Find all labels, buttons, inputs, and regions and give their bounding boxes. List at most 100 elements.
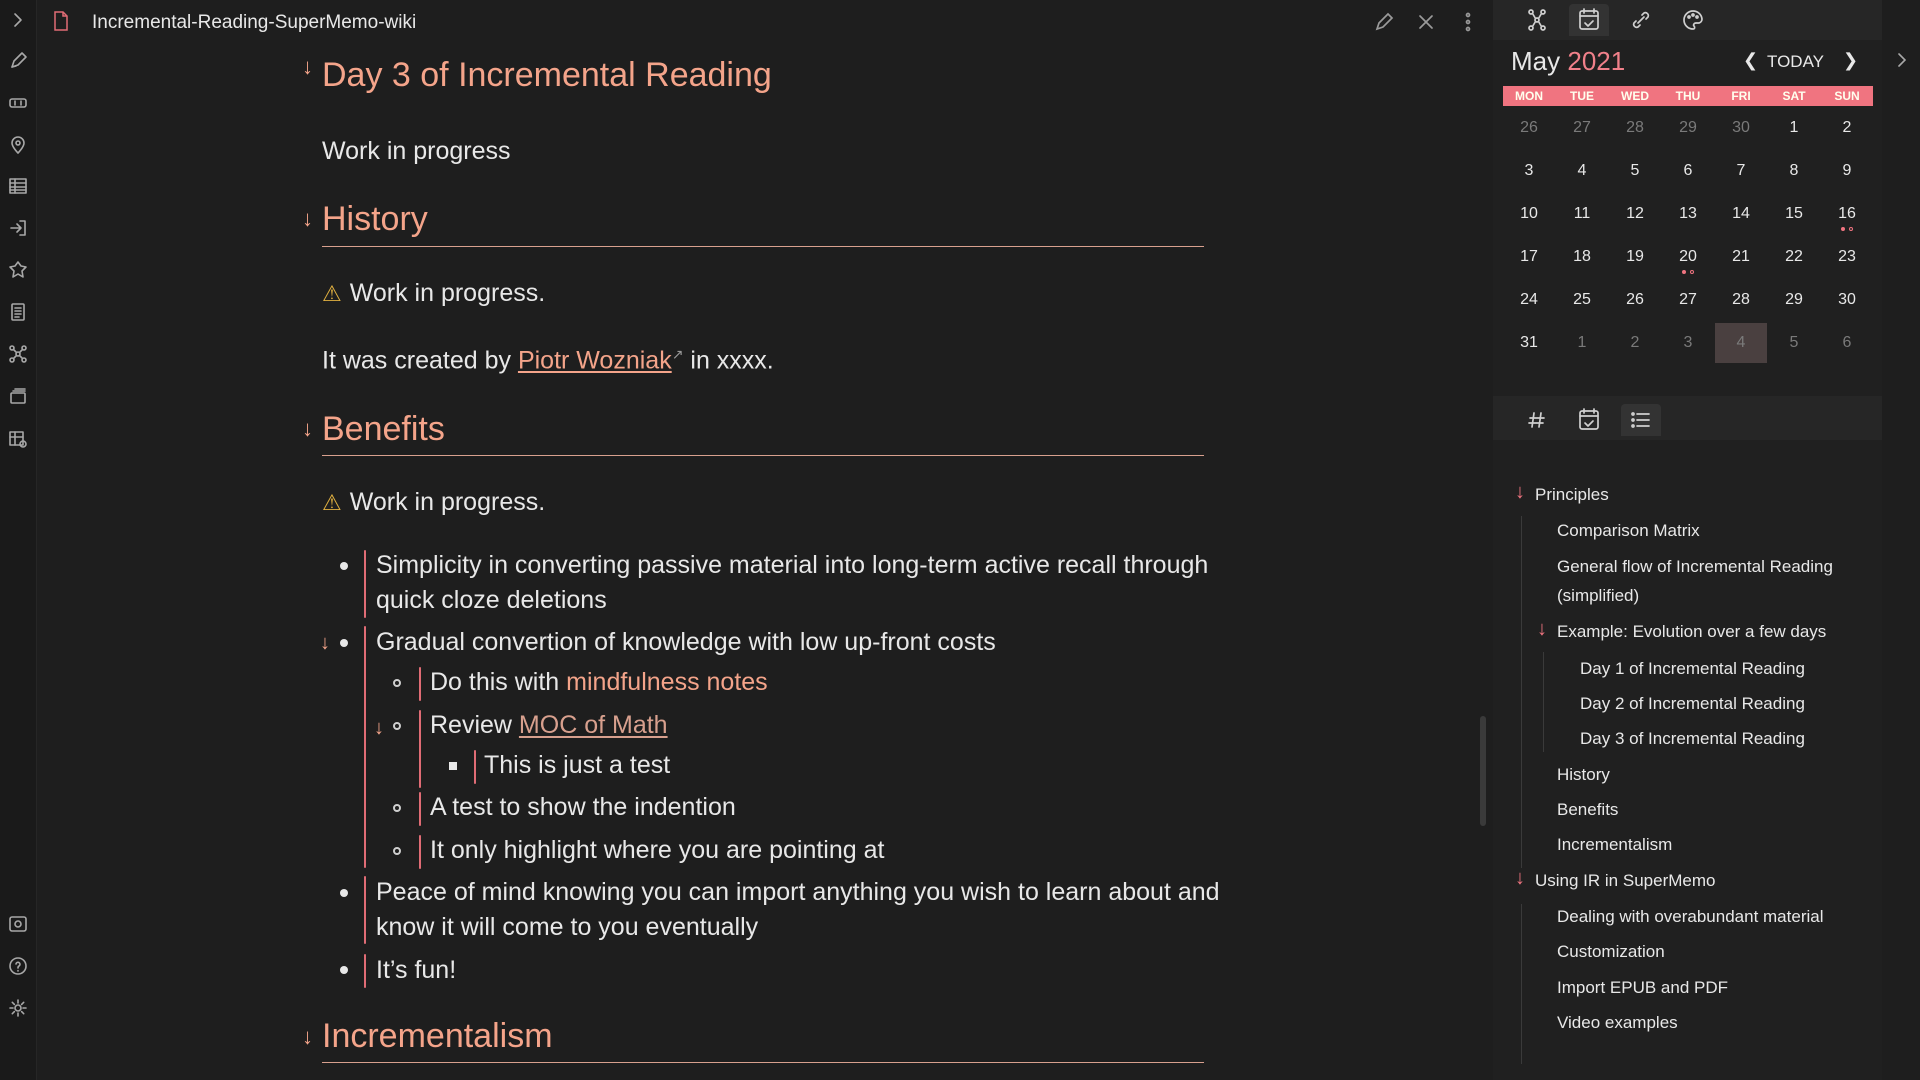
fold-arrow-icon[interactable]: ↓ [302, 206, 313, 232]
outline-item[interactable]: Example: Evolution over a few days [1557, 620, 1826, 644]
table-settings-icon[interactable] [8, 429, 28, 449]
map-pin-icon[interactable] [8, 135, 28, 155]
pencil-icon[interactable] [8, 51, 28, 71]
graph-view-icon[interactable] [1517, 4, 1557, 36]
calendar-day[interactable]: 26 [1503, 108, 1555, 148]
collapse-arrow-icon[interactable]: ↓ [1537, 618, 1547, 641]
tag-icon[interactable] [1517, 404, 1557, 436]
calendar-day[interactable]: 19 [1609, 237, 1661, 277]
outline-item[interactable]: Benefits [1557, 798, 1618, 822]
collapse-arrow-icon[interactable]: ↓ [1515, 867, 1525, 890]
today-button[interactable]: TODAY [1767, 52, 1824, 72]
outline-item[interactable]: Principles [1535, 483, 1609, 507]
calendar-day[interactable]: 11 [1556, 194, 1608, 234]
editor-scrollbar[interactable] [1480, 716, 1486, 826]
calendar-day[interactable]: 20 [1662, 237, 1714, 277]
calendar-day[interactable]: 9 [1821, 151, 1873, 191]
calendar-day[interactable]: 4 [1556, 151, 1608, 191]
calendar-day[interactable]: 6 [1662, 151, 1714, 191]
calendar-icon[interactable] [1569, 4, 1609, 36]
construction-icon: ⚠ [322, 490, 342, 515]
calendar-day[interactable]: 27 [1556, 108, 1608, 148]
calendar-day[interactable]: 18 [1556, 237, 1608, 277]
outline-item[interactable]: Video examples [1557, 1011, 1678, 1035]
outline-item[interactable]: Day 3 of Incremental Reading [1580, 727, 1805, 751]
calendar-day[interactable]: 29 [1768, 280, 1820, 320]
calendar-day[interactable]: 29 [1662, 108, 1714, 148]
outline-item[interactable]: History [1557, 763, 1610, 787]
calendar-day[interactable]: 26 [1609, 280, 1661, 320]
calendar-day[interactable]: 14 [1715, 194, 1767, 234]
chevron-left-icon[interactable]: ❮ [1743, 50, 1758, 71]
calendar-day[interactable]: 5 [1609, 151, 1661, 191]
calendar-day[interactable]: 4 [1715, 323, 1767, 363]
calendar-day[interactable]: 6 [1821, 323, 1873, 363]
calendar-day[interactable]: 17 [1503, 237, 1555, 277]
fold-arrow-icon[interactable]: ↓ [320, 632, 330, 655]
outline-item[interactable]: Day 2 of Incremental Reading [1580, 692, 1805, 716]
calendar-day[interactable]: 15 [1768, 194, 1820, 234]
calendar-day[interactable]: 7 [1715, 151, 1767, 191]
calendar-day[interactable]: 13 [1662, 194, 1714, 234]
login-icon[interactable] [8, 218, 28, 238]
outline-item[interactable]: (simplified) [1557, 584, 1639, 608]
calendar-day[interactable]: 28 [1715, 280, 1767, 320]
calendar-day[interactable]: 28 [1609, 108, 1661, 148]
graph-icon[interactable] [8, 344, 28, 364]
moc-math-link[interactable]: MOC of Math [519, 711, 668, 739]
calendar-day[interactable]: 3 [1503, 151, 1555, 191]
outline-item[interactable]: Dealing with overabundant material [1557, 905, 1824, 929]
note-content[interactable]: ↓ Day 3 of Incremental Reading Work in p… [37, 0, 1492, 1080]
document-list-icon[interactable] [8, 302, 28, 322]
outline-item[interactable]: Day 1 of Incremental Reading [1580, 657, 1805, 681]
indent-guide [364, 876, 366, 944]
help-icon[interactable] [8, 956, 28, 976]
outline-item[interactable]: Customization [1557, 940, 1665, 964]
calendar-day[interactable]: 5 [1768, 323, 1820, 363]
palette-icon[interactable] [1673, 4, 1713, 36]
collapse-arrow-icon[interactable]: ↓ [1515, 481, 1525, 504]
calendar-day[interactable]: 10 [1503, 194, 1555, 234]
calendar-day[interactable]: 2 [1821, 108, 1873, 148]
calendar-day[interactable]: 2 [1609, 323, 1661, 363]
cards-icon[interactable] [8, 386, 28, 406]
outline-item[interactable]: Using IR in SuperMemo [1535, 869, 1715, 893]
chevron-right-icon[interactable]: ❯ [1843, 50, 1858, 71]
calendar-day[interactable]: 1 [1556, 323, 1608, 363]
settings-icon[interactable] [8, 998, 28, 1018]
fold-arrow-icon[interactable]: ↓ [302, 54, 313, 80]
link-icon[interactable] [1621, 4, 1661, 36]
calendar-day[interactable]: 8 [1768, 151, 1820, 191]
fold-arrow-icon[interactable]: ↓ [374, 717, 384, 740]
fold-arrow-icon[interactable]: ↓ [302, 1024, 313, 1050]
calendar-day[interactable]: 30 [1715, 108, 1767, 148]
calendar-day[interactable]: 27 [1662, 280, 1714, 320]
puzzle-icon[interactable] [8, 260, 28, 280]
calendar-day[interactable]: 21 [1715, 237, 1767, 277]
calendar-day[interactable]: 31 [1503, 323, 1555, 363]
vault-icon[interactable] [8, 914, 28, 934]
outline-item[interactable]: Import EPUB and PDF [1557, 976, 1728, 1000]
calendar-day[interactable]: 24 [1503, 280, 1555, 320]
calendar-day[interactable]: 22 [1768, 237, 1820, 277]
calendar-day[interactable]: 1 [1768, 108, 1820, 148]
calendar-day[interactable]: 16 [1821, 194, 1873, 234]
chevron-right-icon[interactable] [1892, 50, 1912, 70]
calendar-day[interactable]: 12 [1609, 194, 1661, 234]
expand-icon[interactable] [8, 10, 28, 30]
calendar-icon[interactable] [1569, 404, 1609, 436]
calendar-day[interactable]: 30 [1821, 280, 1873, 320]
outline-item[interactable]: Incrementalism [1557, 833, 1672, 857]
heading-rule [322, 455, 1204, 456]
calendar-day[interactable]: 25 [1556, 280, 1608, 320]
outline-item[interactable]: General flow of Incremental Reading [1557, 555, 1833, 579]
calendar-day[interactable]: 3 [1662, 323, 1714, 363]
table-icon[interactable] [8, 176, 28, 196]
calendar-day[interactable]: 23 [1821, 237, 1873, 277]
outline-icon[interactable] [1621, 404, 1661, 436]
binoculars-icon[interactable] [8, 93, 28, 113]
outline-item[interactable]: Comparison Matrix [1557, 519, 1700, 543]
fold-arrow-icon[interactable]: ↓ [302, 416, 313, 442]
author-link[interactable]: Piotr Wozniak [518, 346, 672, 374]
mindfulness-highlight[interactable]: mindfulness notes [566, 668, 768, 696]
